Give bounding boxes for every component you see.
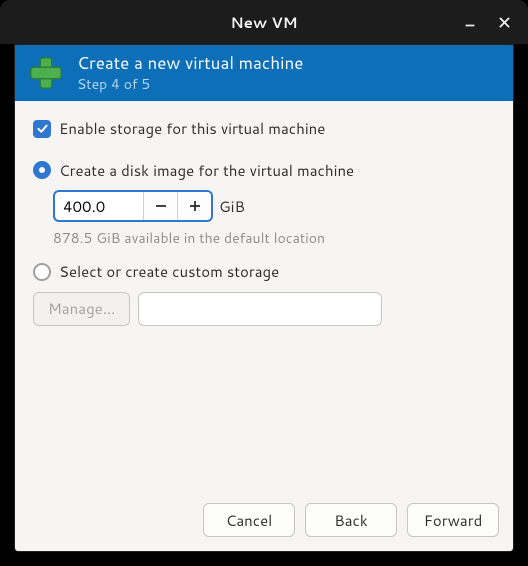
disk-size-spinner[interactable] <box>53 190 213 222</box>
window-body: Create a new virtual machine Step 4 of 5… <box>14 44 514 552</box>
wizard-title: Create a new virtual machine <box>77 53 303 73</box>
enable-storage-checkbox[interactable] <box>33 120 51 138</box>
manage-button: Manage... <box>33 292 130 326</box>
close-button[interactable] <box>494 12 514 32</box>
disk-size-row: GiB <box>53 190 499 222</box>
decrement-button[interactable] <box>143 192 177 220</box>
wizard-header: Create a new virtual machine Step 4 of 5 <box>15 45 513 101</box>
custom-storage-row[interactable]: Select or create custom storage <box>33 262 499 282</box>
create-image-radio[interactable] <box>33 161 51 179</box>
custom-storage-label: Select or create custom storage <box>59 262 279 282</box>
forward-button[interactable]: Forward <box>407 503 499 537</box>
custom-storage-radio[interactable] <box>33 263 51 281</box>
increment-button[interactable] <box>177 192 211 220</box>
titlebar-controls <box>460 0 522 44</box>
storage-path-input[interactable] <box>138 292 382 326</box>
window-title: New VM <box>230 12 297 33</box>
disk-size-unit: GiB <box>219 196 245 217</box>
create-image-label: Create a disk image for the virtual mach… <box>59 161 354 181</box>
vm-create-icon <box>27 54 65 92</box>
enable-storage-label: Enable storage for this virtual machine <box>59 119 325 139</box>
dialog-footer: Cancel Back Forward <box>15 491 513 551</box>
storage-path-row: Manage... <box>33 292 499 326</box>
content-area: Enable storage for this virtual machine … <box>15 101 513 491</box>
wizard-step: Step 4 of 5 <box>77 76 303 93</box>
wizard-header-text: Create a new virtual machine Step 4 of 5 <box>77 53 303 92</box>
disk-size-input[interactable] <box>55 192 143 220</box>
enable-storage-row[interactable]: Enable storage for this virtual machine <box>33 119 499 139</box>
cancel-button[interactable]: Cancel <box>203 503 295 537</box>
back-button[interactable]: Back <box>305 503 397 537</box>
create-image-row[interactable]: Create a disk image for the virtual mach… <box>33 161 499 181</box>
available-space-hint: 878.5 GiB available in the default locat… <box>53 228 499 248</box>
titlebar: New VM <box>0 0 528 44</box>
minimize-button[interactable] <box>460 12 480 32</box>
